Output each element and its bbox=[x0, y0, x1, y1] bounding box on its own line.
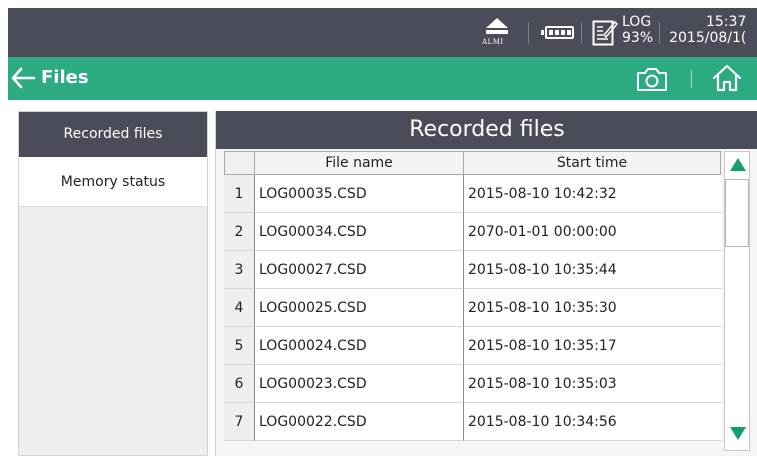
column-header-file-name: File name bbox=[254, 151, 464, 175]
start-time-cell: 2070-01-01 00:00:00 bbox=[463, 213, 722, 251]
status-bar: ALMI LOG 93% 15:37 2015/08/1( bbox=[8, 8, 757, 57]
sidebar-item-recorded-files[interactable]: Recorded files bbox=[19, 112, 207, 157]
log-status: LOG 93% bbox=[622, 14, 653, 46]
scroll-down-icon[interactable] bbox=[730, 427, 746, 440]
titlebar-divider bbox=[691, 70, 692, 88]
status-divider bbox=[528, 22, 529, 44]
start-time-cell: 2015-08-10 10:35:44 bbox=[463, 251, 722, 289]
file-name-cell: LOG00022.CSD bbox=[254, 403, 463, 441]
file-name-cell: LOG00027.CSD bbox=[254, 251, 463, 289]
start-time-cell: 2015-08-10 10:35:17 bbox=[463, 327, 722, 365]
log-percent: 93% bbox=[622, 30, 654, 46]
status-divider bbox=[659, 22, 660, 44]
row-index: 3 bbox=[224, 251, 254, 289]
sidebar-item-memory-status[interactable]: Memory status bbox=[19, 157, 207, 207]
title-bar: Files bbox=[8, 57, 757, 100]
table-row[interactable]: 4 LOG00025.CSD 2015-08-10 10:35:30 bbox=[224, 289, 722, 327]
scroll-thumb[interactable] bbox=[725, 179, 749, 247]
log-icon bbox=[592, 20, 618, 46]
row-index: 4 bbox=[224, 289, 254, 327]
panel-title: Recorded files bbox=[216, 111, 757, 149]
file-name-cell: LOG00035.CSD bbox=[254, 175, 463, 213]
clock-date: 2015/08/1( bbox=[669, 30, 747, 46]
index-column-header bbox=[224, 151, 254, 175]
table-row[interactable]: 2 LOG00034.CSD 2070-01-01 00:00:00 bbox=[224, 213, 722, 251]
row-index: 5 bbox=[224, 327, 254, 365]
scroll-up-icon[interactable] bbox=[730, 158, 746, 171]
recorded-files-panel: Recorded files File name Start time 1 LO… bbox=[215, 111, 757, 456]
table-row[interactable]: 3 LOG00027.CSD 2015-08-10 10:35:44 bbox=[224, 251, 722, 289]
file-name-cell: LOG00025.CSD bbox=[254, 289, 463, 327]
file-name-cell: LOG00024.CSD bbox=[254, 327, 463, 365]
start-time-cell: 2015-08-10 10:42:32 bbox=[463, 175, 722, 213]
battery-icon bbox=[541, 26, 574, 39]
start-time-cell: 2015-08-10 10:35:30 bbox=[463, 289, 722, 327]
page-title: Files bbox=[41, 67, 89, 88]
table-row[interactable]: 6 LOG00023.CSD 2015-08-10 10:35:03 bbox=[224, 365, 722, 403]
row-index: 6 bbox=[224, 365, 254, 403]
back-arrow-icon[interactable] bbox=[10, 66, 36, 90]
sidebar: Recorded files Memory status bbox=[18, 111, 208, 456]
row-index: 1 bbox=[224, 175, 254, 213]
camera-icon[interactable] bbox=[636, 66, 668, 92]
alarm-label: ALMI bbox=[482, 38, 504, 46]
clock-time: 15:37 bbox=[706, 14, 747, 30]
row-index: 2 bbox=[224, 213, 254, 251]
table-row[interactable]: 1 LOG00035.CSD 2015-08-10 10:42:32 bbox=[224, 175, 722, 213]
table-row[interactable]: 7 LOG00022.CSD 2015-08-10 10:34:56 bbox=[224, 403, 722, 441]
table-scrollbar[interactable] bbox=[724, 151, 750, 451]
column-header-start-time: Start time bbox=[463, 151, 721, 175]
table-row[interactable]: 5 LOG00024.CSD 2015-08-10 10:35:17 bbox=[224, 327, 722, 365]
alarm-icon[interactable]: ALMI bbox=[478, 18, 518, 48]
file-name-cell: LOG00023.CSD bbox=[254, 365, 463, 403]
status-divider bbox=[581, 22, 582, 44]
row-index: 7 bbox=[224, 403, 254, 441]
start-time-cell: 2015-08-10 10:34:56 bbox=[463, 403, 722, 441]
start-time-cell: 2015-08-10 10:35:03 bbox=[463, 365, 722, 403]
home-icon[interactable] bbox=[711, 63, 743, 93]
log-label: LOG bbox=[622, 14, 652, 30]
file-name-cell: LOG00034.CSD bbox=[254, 213, 463, 251]
clock: 15:37 2015/08/1( bbox=[668, 14, 746, 46]
